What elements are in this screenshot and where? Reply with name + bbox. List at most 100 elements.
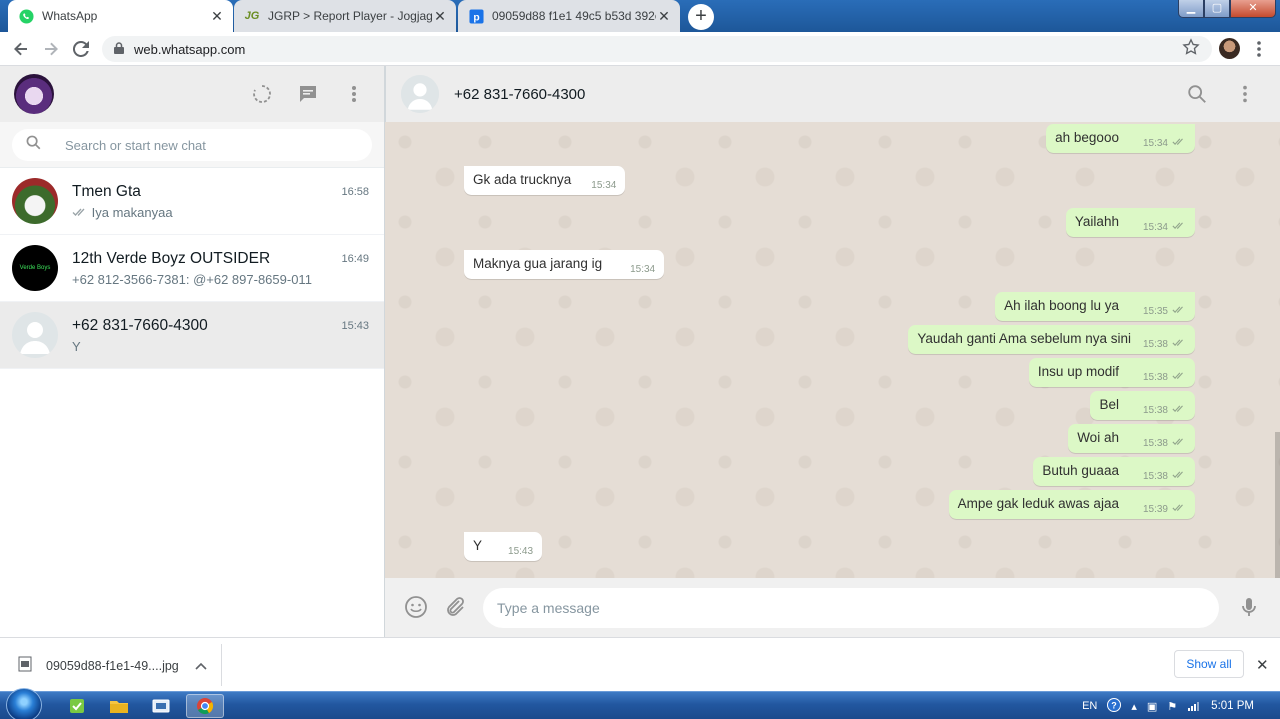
chat-avatar — [12, 178, 58, 224]
conversation-pane: +62 831-7660-4300 ah begooo 15:34 Gk ada… — [385, 66, 1280, 637]
action-center-flag-icon[interactable]: ⚑ — [1167, 700, 1177, 713]
message-input[interactable] — [497, 600, 1197, 616]
language-indicator[interactable]: EN — [1082, 700, 1097, 712]
browser-menu-icon[interactable] — [1252, 38, 1266, 60]
outgoing-message: Ah ilah boong lu ya 15:35 — [995, 292, 1195, 321]
address-bar[interactable]: web.whatsapp.com — [102, 36, 1212, 62]
windows-taskbar: EN ? ▴ ▣ ⚑ 5:01 PM — [0, 688, 1280, 719]
double-tick-icon — [1172, 338, 1186, 350]
forward-arrow-icon[interactable] — [36, 34, 66, 64]
tab-jgrp[interactable]: JG JGRP > Report Player - Jogjagam ✕ — [234, 0, 456, 32]
system-tray: EN ? ▴ ▣ ⚑ 5:01 PM — [1082, 692, 1280, 719]
double-tick-icon — [72, 205, 92, 220]
chat-time: 15:43 — [341, 320, 369, 332]
double-tick-icon — [1172, 305, 1186, 317]
tab-image[interactable]: p 09059d88 f1e1 49c5 b53d 392cc ✕ — [458, 0, 680, 32]
tab-close-icon[interactable]: ✕ — [656, 8, 672, 25]
back-arrow-icon[interactable] — [6, 34, 36, 64]
search-bar — [0, 122, 384, 168]
my-avatar[interactable] — [14, 74, 54, 114]
new-chat-icon[interactable] — [296, 82, 320, 106]
incoming-message: Maknya gua jarang ig 15:34 — [464, 250, 665, 279]
menu-icon[interactable] — [342, 82, 366, 106]
message-list: ah begooo 15:34 Gk ada trucknya 15:34 Ya… — [385, 122, 1280, 578]
image-host-favicon-icon: p — [468, 8, 484, 24]
search-icon[interactable] — [1186, 83, 1208, 110]
svg-text:p: p — [473, 12, 479, 23]
browser-tab-strip: WhatsApp ✕ JG JGRP > Report Player - Jog… — [0, 0, 1280, 32]
lock-icon — [114, 41, 126, 57]
profile-avatar[interactable] — [1219, 38, 1240, 59]
emoji-icon[interactable] — [404, 595, 428, 619]
double-tick-icon — [1172, 404, 1186, 416]
message-box[interactable] — [483, 588, 1219, 628]
tab-close-icon[interactable]: ✕ — [209, 8, 225, 25]
contact-name[interactable]: +62 831-7660-4300 — [454, 86, 585, 103]
double-tick-icon — [1172, 371, 1186, 383]
whatsapp-favicon-icon — [18, 8, 34, 24]
outgoing-message: Woi ah 15:38 — [1068, 424, 1195, 453]
signal-icon[interactable] — [1187, 699, 1201, 714]
outgoing-message: Yailahh 15:34 — [1065, 208, 1195, 237]
show-all-button[interactable]: Show all — [1174, 650, 1244, 678]
outgoing-message: Bel 15:38 — [1090, 391, 1195, 420]
double-tick-icon — [1172, 437, 1186, 449]
maximize-button[interactable]: ▢ — [1204, 0, 1230, 18]
attach-icon[interactable] — [443, 595, 467, 619]
close-window-button[interactable]: ✕ — [1230, 0, 1276, 18]
chat-sidebar: Tmen Gta Iya makanyaa 16:58 Verde Boys 1… — [0, 66, 385, 637]
chat-last-message: Y — [72, 338, 81, 354]
minimize-button[interactable]: ▁ — [1178, 0, 1204, 18]
outgoing-message: Ampe gak leduk awas ajaa 15:39 — [948, 490, 1195, 519]
svg-text:?: ? — [1112, 700, 1118, 710]
search-input[interactable] — [65, 137, 345, 153]
chat-name: 12th Verde Boyz OUTSIDER — [72, 249, 271, 267]
incoming-message: Y 15:43 — [464, 532, 543, 561]
message-scrollbar[interactable] — [1275, 432, 1280, 578]
chat-list-item[interactable]: Tmen Gta Iya makanyaa 16:58 — [0, 168, 384, 235]
help-icon[interactable]: ? — [1107, 697, 1122, 715]
chat-time: 16:58 — [341, 186, 369, 198]
download-item[interactable]: 09059d88-f1e1-49....jpg — [18, 656, 207, 675]
chat-time: 16:49 — [341, 253, 369, 265]
jgrp-favicon-icon: JG — [244, 10, 260, 22]
microphone-icon[interactable] — [1237, 595, 1261, 619]
close-icon[interactable]: ✕ — [1256, 656, 1269, 674]
download-filename: 09059d88-f1e1-49....jpg — [46, 658, 179, 673]
default-avatar-icon[interactable] — [401, 75, 439, 113]
reload-icon[interactable] — [66, 34, 96, 64]
chat-list-item[interactable]: +62 831-7660-4300 Y 15:43 — [0, 302, 384, 369]
clock[interactable]: 5:01 PM — [1211, 700, 1254, 712]
tab-whatsapp[interactable]: WhatsApp ✕ — [8, 0, 233, 32]
star-icon[interactable] — [1182, 38, 1200, 61]
search-box[interactable] — [12, 129, 372, 161]
chat-list-item[interactable]: Verde Boys 12th Verde Boyz OUTSIDER +62 … — [0, 235, 384, 302]
menu-icon[interactable] — [1234, 83, 1256, 110]
show-hidden-icons[interactable]: ▴ — [1131, 700, 1137, 713]
tab-close-icon[interactable]: ✕ — [432, 8, 448, 25]
divider — [221, 644, 222, 686]
url-text: web.whatsapp.com — [134, 41, 246, 57]
status-icon[interactable] — [250, 82, 274, 106]
double-tick-icon — [1172, 137, 1186, 149]
outgoing-message: Butuh guaaa 15:38 — [1033, 457, 1195, 486]
chrome-taskbar-icon[interactable] — [186, 694, 224, 718]
chat-last-message: Iya makanyaa — [72, 205, 372, 220]
start-button[interactable] — [6, 688, 42, 719]
double-tick-icon — [1172, 470, 1186, 482]
downloads-bar: 09059d88-f1e1-49....jpg Show all ✕ — [0, 637, 1280, 691]
default-avatar-icon — [12, 312, 58, 358]
tab-title: 09059d88 f1e1 49c5 b53d 392cc — [492, 9, 656, 23]
browser-toolbar: web.whatsapp.com — [0, 32, 1280, 66]
sidebar-header — [0, 66, 384, 122]
new-tab-button[interactable]: + — [688, 4, 714, 30]
network-device-icon[interactable]: ▣ — [1147, 700, 1157, 713]
tab-title: JGRP > Report Player - Jogjagam — [268, 9, 432, 23]
outgoing-message: Yaudah ganti Ama sebelum nya sini 15:38 — [908, 325, 1195, 354]
file-explorer-icon[interactable] — [100, 694, 138, 718]
chevron-up-icon[interactable] — [195, 659, 207, 673]
green-app-icon[interactable] — [58, 694, 96, 718]
chat-avatar: Verde Boys — [12, 245, 58, 291]
media-app-icon[interactable] — [142, 694, 180, 718]
image-file-icon — [18, 656, 32, 675]
